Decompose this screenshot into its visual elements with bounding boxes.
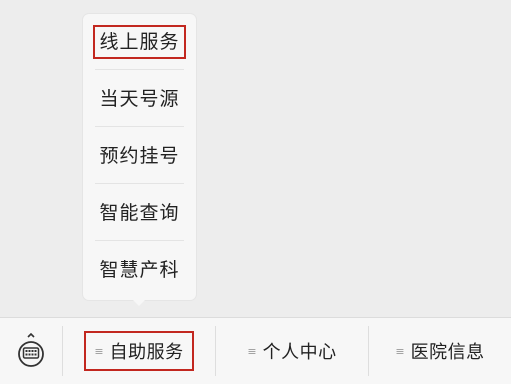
keyboard-toggle-button[interactable] <box>0 318 62 384</box>
tab-personal-center[interactable]: ≡ 个人中心 <box>216 318 368 384</box>
keyboard-icon <box>18 333 44 367</box>
menu-lines-icon: ≡ <box>94 344 104 358</box>
menu-item-smart-obstetrics[interactable]: 智慧产科 <box>95 242 184 298</box>
menu-lines-icon: ≡ <box>395 344 405 358</box>
menu-item-label: 智能查询 <box>99 202 180 224</box>
tab-hospital-info[interactable]: ≡ 医院信息 <box>369 318 511 384</box>
menu-item-smart-query[interactable]: 智能查询 <box>95 185 184 241</box>
tab-self-service[interactable]: ≡ 自助服务 <box>63 318 215 384</box>
bottom-menu-bar: ≡ 自助服务 ≡ 个人中心 ≡ 医院信息 <box>0 317 511 384</box>
menu-item-label: 线上服务 <box>93 25 186 59</box>
submenu-popup: 线上服务 当天号源 预约挂号 智能查询 智慧产科 <box>83 14 196 300</box>
popup-caret <box>132 299 146 306</box>
menu-item-same-day-slots[interactable]: 当天号源 <box>95 71 184 127</box>
menu-lines-icon: ≡ <box>247 344 257 358</box>
menu-item-label: 智慧产科 <box>99 259 180 281</box>
menu-item-label: 当天号源 <box>99 88 180 110</box>
tab-label: 个人中心 <box>262 342 337 363</box>
tab-label: 医院信息 <box>410 342 485 363</box>
menu-item-online-service[interactable]: 线上服务 <box>93 14 186 70</box>
menu-item-appointment[interactable]: 预约挂号 <box>95 128 184 184</box>
menu-item-label: 预约挂号 <box>99 145 180 167</box>
tab-label: 自助服务 <box>109 342 184 363</box>
